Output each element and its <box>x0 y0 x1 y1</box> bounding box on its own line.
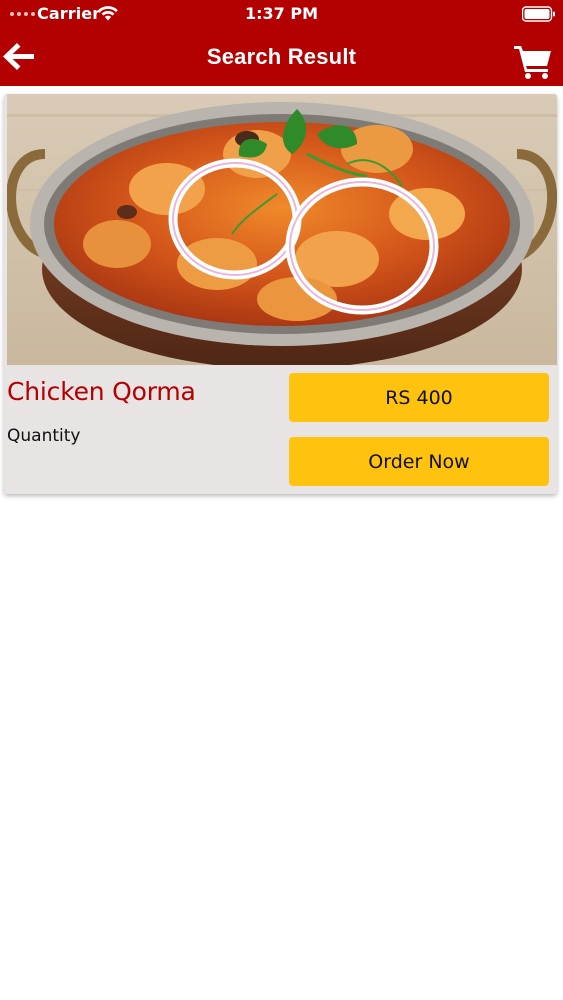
shopping-cart-icon[interactable] <box>514 40 554 80</box>
page-title: Search Result <box>206 44 357 69</box>
status-bar: Carrier 1:37 PM <box>0 0 563 28</box>
food-image <box>7 94 557 365</box>
app-header: Carrier 1:37 PM Search Result <box>0 0 563 86</box>
price-button[interactable]: RS 400 <box>289 373 549 422</box>
order-now-button[interactable]: Order Now <box>289 437 549 486</box>
quantity-label: Quantity <box>7 426 81 446</box>
search-result-card[interactable]: Chicken Qorma Quantity RS 400 Order Now <box>4 94 557 494</box>
battery-icon <box>522 6 555 22</box>
nav-bar: Search Result <box>0 28 563 86</box>
status-time: 1:37 PM <box>244 4 318 23</box>
item-name: Chicken Qorma <box>7 377 196 406</box>
